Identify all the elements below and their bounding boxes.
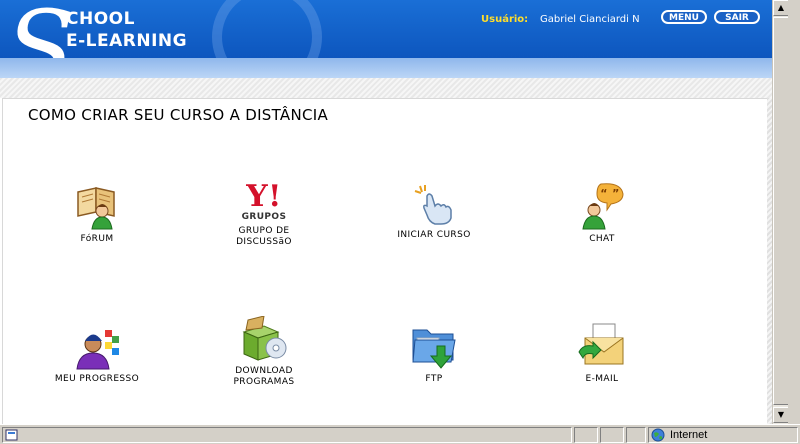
decorative-swirl: [212, 0, 322, 58]
tile-label: INICIAR CURSO: [397, 230, 471, 240]
hand-click-icon: [414, 185, 452, 225]
tile-grupo-discussao[interactable]: Y! GRUPOS GRUPO DE DISCUSSãO: [199, 178, 329, 248]
sair-button[interactable]: SAIR: [714, 10, 760, 24]
logo-line1: CHOOL: [66, 9, 135, 29]
progress-icon: [76, 330, 119, 370]
logo-line2: E-LEARNING: [66, 31, 188, 51]
user-label: Usuário:: [481, 14, 529, 25]
forum-icon: [77, 187, 115, 230]
menu-button[interactable]: MENU: [661, 10, 707, 24]
page-title: COMO CRIAR SEU CURSO A DISTÂNCIA: [28, 106, 329, 124]
status-main-cell: [2, 427, 572, 443]
header-band: [0, 58, 772, 78]
tile-label: GRUPO DE DISCUSSãO: [236, 226, 292, 247]
tile-download-programas[interactable]: DOWNLOAD PROGRAMAS: [199, 316, 329, 388]
tile-label: FTP: [425, 374, 443, 384]
svg-text:GRUPOS: GRUPOS: [242, 212, 287, 222]
download-box-icon: [242, 316, 287, 361]
status-bar: Internet: [0, 424, 800, 444]
svg-text:“ ”: “ ”: [600, 187, 620, 200]
tile-ftp[interactable]: FTP: [369, 322, 499, 385]
user-name: Gabriel Cianciardi N: [540, 14, 640, 25]
tile-label: E-MAIL: [585, 374, 619, 384]
header-stripes: [0, 78, 772, 98]
chat-icon: “ ”: [582, 183, 624, 230]
svg-text:Y!: Y!: [245, 179, 281, 214]
window-edge: [788, 0, 800, 444]
yahoo-groups-icon: Y! GRUPOS: [242, 179, 287, 222]
scroll-up-arrow-icon[interactable]: ▲: [773, 0, 789, 16]
tile-label: FóRUM: [80, 234, 114, 244]
status-cell: [600, 427, 624, 443]
tile-iniciar-curso[interactable]: INICIAR CURSO: [369, 182, 499, 241]
page-icon: [5, 429, 18, 441]
scroll-down-arrow-icon[interactable]: ▼: [773, 407, 789, 423]
globe-icon: [651, 428, 665, 442]
tile-label: CHAT: [589, 234, 615, 244]
email-icon: [578, 323, 624, 365]
tile-forum[interactable]: FóRUM: [32, 182, 162, 245]
status-cell: [574, 427, 598, 443]
scroll-thumb[interactable]: [773, 17, 789, 405]
header-banner: S CHOOL E-LEARNING Usuário: Gabriel Cian…: [0, 0, 772, 58]
vertical-scrollbar[interactable]: ▲ ▼: [772, 0, 789, 424]
status-cell: [626, 427, 646, 443]
logo-s: S: [6, 0, 75, 58]
security-zone-label: Internet: [670, 429, 708, 441]
tile-label: DOWNLOAD PROGRAMAS: [233, 366, 295, 387]
tile-chat[interactable]: “ ” CHAT: [537, 182, 667, 245]
tile-meu-progresso[interactable]: MEU PROGRESSO: [32, 322, 162, 385]
tile-email[interactable]: E-MAIL: [537, 322, 667, 385]
tile-label: MEU PROGRESSO: [54, 374, 140, 384]
ftp-folder-icon: [412, 329, 456, 369]
